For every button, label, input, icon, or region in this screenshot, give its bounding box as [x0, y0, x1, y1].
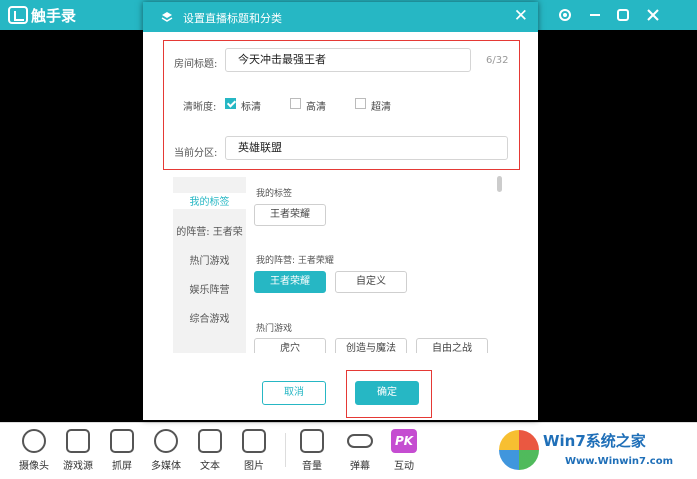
quality-hd-label: 高清 — [306, 102, 326, 113]
sidebar-item-hot-games[interactable]: 热门游戏 — [173, 252, 246, 268]
quality-label: 清晰度: — [183, 102, 217, 113]
dialog-close-icon[interactable]: ✕ — [514, 6, 528, 26]
pk-icon: PK — [391, 429, 417, 453]
app-logo-icon — [8, 6, 28, 24]
room-title-input[interactable]: 今天冲击最强王者 — [225, 48, 471, 72]
room-title-label: 房间标题: — [174, 59, 218, 70]
gamepad-icon — [66, 429, 90, 453]
danmaku-tool[interactable]: 弹幕 — [338, 429, 382, 472]
minimize-icon[interactable] — [581, 0, 609, 30]
watermark: Win7系统之家 Www.Winwin7.com — [499, 428, 691, 474]
tag-hot-2[interactable]: 创造与魔法 — [335, 338, 407, 353]
film-reel-icon — [154, 429, 178, 453]
quality-uhd-label: 超清 — [371, 102, 391, 113]
layers-icon — [161, 12, 173, 22]
volume-tool[interactable]: 音量 — [290, 429, 334, 472]
app-close-icon[interactable] — [639, 0, 667, 30]
sidebar-item-my-tags[interactable]: 我的标签 — [173, 193, 246, 209]
interact-tool[interactable]: PK 互动 — [382, 429, 426, 472]
document-icon — [198, 429, 222, 453]
app-logo: 触手录 — [8, 5, 76, 25]
dialog-header: 设置直播标题和分类 ✕ — [143, 2, 538, 32]
category-scrollbar[interactable] — [497, 176, 502, 192]
quality-uhd-checkbox[interactable] — [355, 98, 366, 109]
section-title-hot: 热门游戏 — [256, 324, 293, 334]
game-source-tool[interactable]: 游戏源 — [56, 429, 100, 472]
category-panel: 我的标签 的阵营: 王者荣 热门游戏 娱乐阵营 综合游戏 我的标签 王者荣耀 我… — [173, 177, 508, 353]
category-sidebar: 我的标签 的阵营: 王者荣 热门游戏 娱乐阵营 综合游戏 — [173, 177, 246, 353]
toggle-icon — [347, 434, 373, 448]
quality-sd-checkbox[interactable] — [225, 98, 236, 109]
watermark-url: Www.Winwin7.com — [565, 456, 674, 467]
room-title-counter: 6/32 — [486, 55, 509, 66]
camera-icon — [22, 429, 46, 453]
tag-my-wangzhe[interactable]: 王者荣耀 — [254, 204, 326, 226]
tag-camp-wangzhe[interactable]: 王者荣耀 — [254, 271, 326, 293]
tag-camp-custom[interactable]: 自定义 — [335, 271, 407, 293]
cancel-button[interactable]: 取消 — [262, 381, 326, 405]
windows-logo-icon — [499, 430, 539, 470]
app-name: 触手录 — [31, 6, 77, 25]
screen-capture-tool[interactable]: 抓屏 — [100, 429, 144, 472]
speaker-icon — [300, 429, 324, 453]
section-title-my-tags: 我的标签 — [256, 189, 293, 199]
sidebar-item-camp[interactable]: 的阵营: 王者荣 — [173, 223, 246, 239]
media-tool[interactable]: 多媒体 — [144, 429, 188, 472]
image-icon — [242, 429, 266, 453]
maximize-icon[interactable] — [609, 0, 637, 30]
ok-button[interactable]: 确定 — [355, 381, 419, 405]
tag-hot-1[interactable]: 虎穴 — [254, 338, 326, 353]
stream-title-dialog: 设置直播标题和分类 ✕ 房间标题: 今天冲击最强王者 6/32 清晰度: 标清 … — [143, 2, 538, 420]
screen-capture-icon — [110, 429, 134, 453]
toolbar-divider — [285, 433, 286, 467]
category-label: 当前分区: — [174, 148, 218, 159]
camera-tool[interactable]: 摄像头 — [12, 429, 56, 472]
tag-hot-3[interactable]: 自由之战 — [416, 338, 488, 353]
quality-hd-checkbox[interactable] — [290, 98, 301, 109]
section-title-camp: 我的阵营: 王者荣耀 — [256, 256, 334, 266]
watermark-title: Win7系统之家 — [543, 432, 646, 450]
category-input[interactable]: 英雄联盟 — [225, 136, 508, 160]
sidebar-item-general[interactable]: 综合游戏 — [173, 310, 246, 326]
text-tool[interactable]: 文本 — [188, 429, 232, 472]
gear-icon[interactable] — [551, 0, 579, 30]
dialog-title: 设置直播标题和分类 — [183, 12, 282, 25]
image-tool[interactable]: 图片 — [232, 429, 276, 472]
quality-sd-label: 标清 — [241, 102, 261, 113]
sidebar-item-entertainment[interactable]: 娱乐阵营 — [173, 281, 246, 297]
